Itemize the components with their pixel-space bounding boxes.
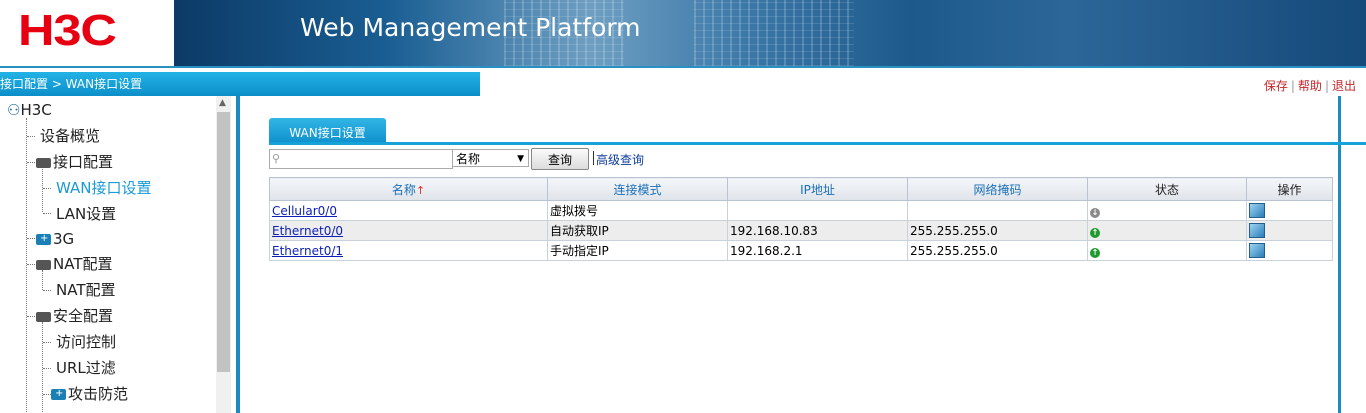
column-header-mask[interactable]: 网络掩码 — [907, 177, 1088, 201]
connection-mode-cell: 手动指定IP — [547, 240, 728, 261]
table-row: Cellular0/0 虚拟拨号 ↓ — [269, 200, 1333, 221]
tree-item-access-control[interactable]: 访问控制 — [56, 330, 116, 354]
connection-mode-cell: 虚拟拨号 — [547, 200, 728, 221]
header: H3C Web Management Platform — [0, 0, 1366, 68]
tree-item-wan-settings[interactable]: WAN接口设置 — [56, 176, 152, 200]
tree-item-device-overview[interactable]: 设备概览 — [40, 124, 100, 148]
interface-link[interactable]: Cellular0/0 — [272, 204, 337, 218]
dropdown-arrow-icon: ▼ — [517, 154, 524, 164]
tab-underline — [269, 142, 1366, 145]
tree-item-3g[interactable]: 3G — [36, 227, 74, 251]
table-header-row: 名称↑ 连接模式 IP地址 网络掩码 状态 操作 — [269, 177, 1333, 201]
interface-link[interactable]: Ethernet0/1 — [272, 244, 343, 258]
search-icon: ⚲ — [272, 152, 281, 165]
connection-mode-cell: 自动获取IP — [547, 220, 728, 241]
column-header-name[interactable]: 名称↑ — [269, 177, 548, 201]
folder-open-icon — [36, 312, 51, 322]
column-header-ip[interactable]: IP地址 — [727, 177, 908, 201]
edit-config-icon[interactable] — [1249, 202, 1265, 218]
advanced-query-link[interactable]: 高级查询 — [592, 151, 644, 168]
folder-plus-icon — [51, 382, 66, 406]
folder-open-icon — [36, 158, 51, 168]
tree-scrollbar[interactable]: ▲ — [216, 96, 231, 413]
folder-plus-icon — [36, 227, 51, 251]
help-link[interactable]: 帮助 — [1298, 79, 1322, 93]
logo-area: H3C — [0, 0, 174, 68]
scrollbar-thumb[interactable] — [217, 112, 230, 372]
wan-interface-table: 名称↑ 连接模式 IP地址 网络掩码 状态 操作 Cellular0/0 虚拟拨… — [269, 177, 1333, 261]
status-cell: ↑ — [1087, 240, 1247, 261]
ip-cell — [727, 200, 908, 221]
column-header-action: 操作 — [1246, 177, 1333, 201]
action-cell — [1246, 240, 1333, 261]
sort-up-icon: ↑ — [415, 183, 426, 197]
edit-config-icon[interactable] — [1249, 222, 1265, 238]
tree-root[interactable]: ⚇H3C — [7, 98, 52, 122]
tree-item-nat-group[interactable]: NAT配置 — [36, 252, 112, 276]
column-header-mode[interactable]: 连接模式 — [547, 177, 728, 201]
save-link[interactable]: 保存 — [1264, 79, 1288, 93]
mask-cell: 255.255.255.0 — [907, 220, 1088, 241]
mask-cell — [907, 200, 1088, 221]
breadcrumb-bar: 接口配置 > WAN接口设置 保存 | 帮助 | 退出 — [0, 72, 1366, 96]
status-up-icon: ↑ — [1090, 228, 1100, 238]
column-header-status: 状态 — [1087, 177, 1247, 201]
action-cell — [1246, 200, 1333, 221]
search-input[interactable]: ⚲ — [269, 149, 453, 169]
scroll-up-arrow-icon[interactable]: ▲ — [219, 98, 226, 108]
navigation-tree: ⚇H3C 设备概览 接口配置 WAN接口设置 LAN设置 3G NAT配置 NA… — [0, 96, 217, 413]
edit-config-icon[interactable] — [1249, 242, 1265, 258]
users-icon: ⚇ — [7, 101, 21, 119]
top-links: 保存 | 帮助 | 退出 — [1263, 79, 1356, 93]
header-divider — [0, 66, 1366, 68]
tree-item-nat-config[interactable]: NAT配置 — [56, 278, 115, 302]
platform-title: Web Management Platform — [300, 13, 641, 42]
ip-cell: 192.168.2.1 — [727, 240, 908, 261]
panel-divider[interactable] — [236, 96, 240, 413]
table-row: Ethernet0/1 手动指定IP 192.168.2.1 255.255.2… — [269, 240, 1333, 261]
header-banner: Web Management Platform — [174, 0, 1366, 66]
tree-item-url-filter[interactable]: URL过滤 — [56, 356, 116, 380]
search-field-select[interactable]: 名称 ▼ — [452, 149, 529, 167]
tree-item-lan-settings[interactable]: LAN设置 — [56, 202, 116, 226]
query-button[interactable]: 查询 — [531, 148, 589, 170]
mask-cell: 255.255.255.0 — [907, 240, 1088, 261]
banner-building-graphic — [694, 0, 854, 66]
h3c-logo: H3C — [18, 6, 117, 55]
interface-link[interactable]: Ethernet0/0 — [272, 224, 343, 238]
tree-item-attack-defense[interactable]: 攻击防范 — [51, 382, 128, 406]
status-cell: ↓ — [1087, 200, 1247, 221]
ip-cell: 192.168.10.83 — [727, 220, 908, 241]
table-row: Ethernet0/0 自动获取IP 192.168.10.83 255.255… — [269, 220, 1333, 241]
status-up-icon: ↑ — [1090, 248, 1100, 258]
status-down-icon: ↓ — [1090, 208, 1100, 218]
folder-open-icon — [36, 260, 51, 270]
tab-wan-settings[interactable]: WAN接口设置 — [269, 118, 386, 144]
breadcrumb: 接口配置 > WAN接口设置 — [0, 72, 480, 96]
logout-link[interactable]: 退出 — [1332, 79, 1356, 93]
status-cell: ↑ — [1087, 220, 1247, 241]
tree-item-security-config[interactable]: 安全配置 — [36, 304, 113, 328]
action-cell — [1246, 220, 1333, 241]
tree-item-interface-config[interactable]: 接口配置 — [36, 150, 113, 174]
